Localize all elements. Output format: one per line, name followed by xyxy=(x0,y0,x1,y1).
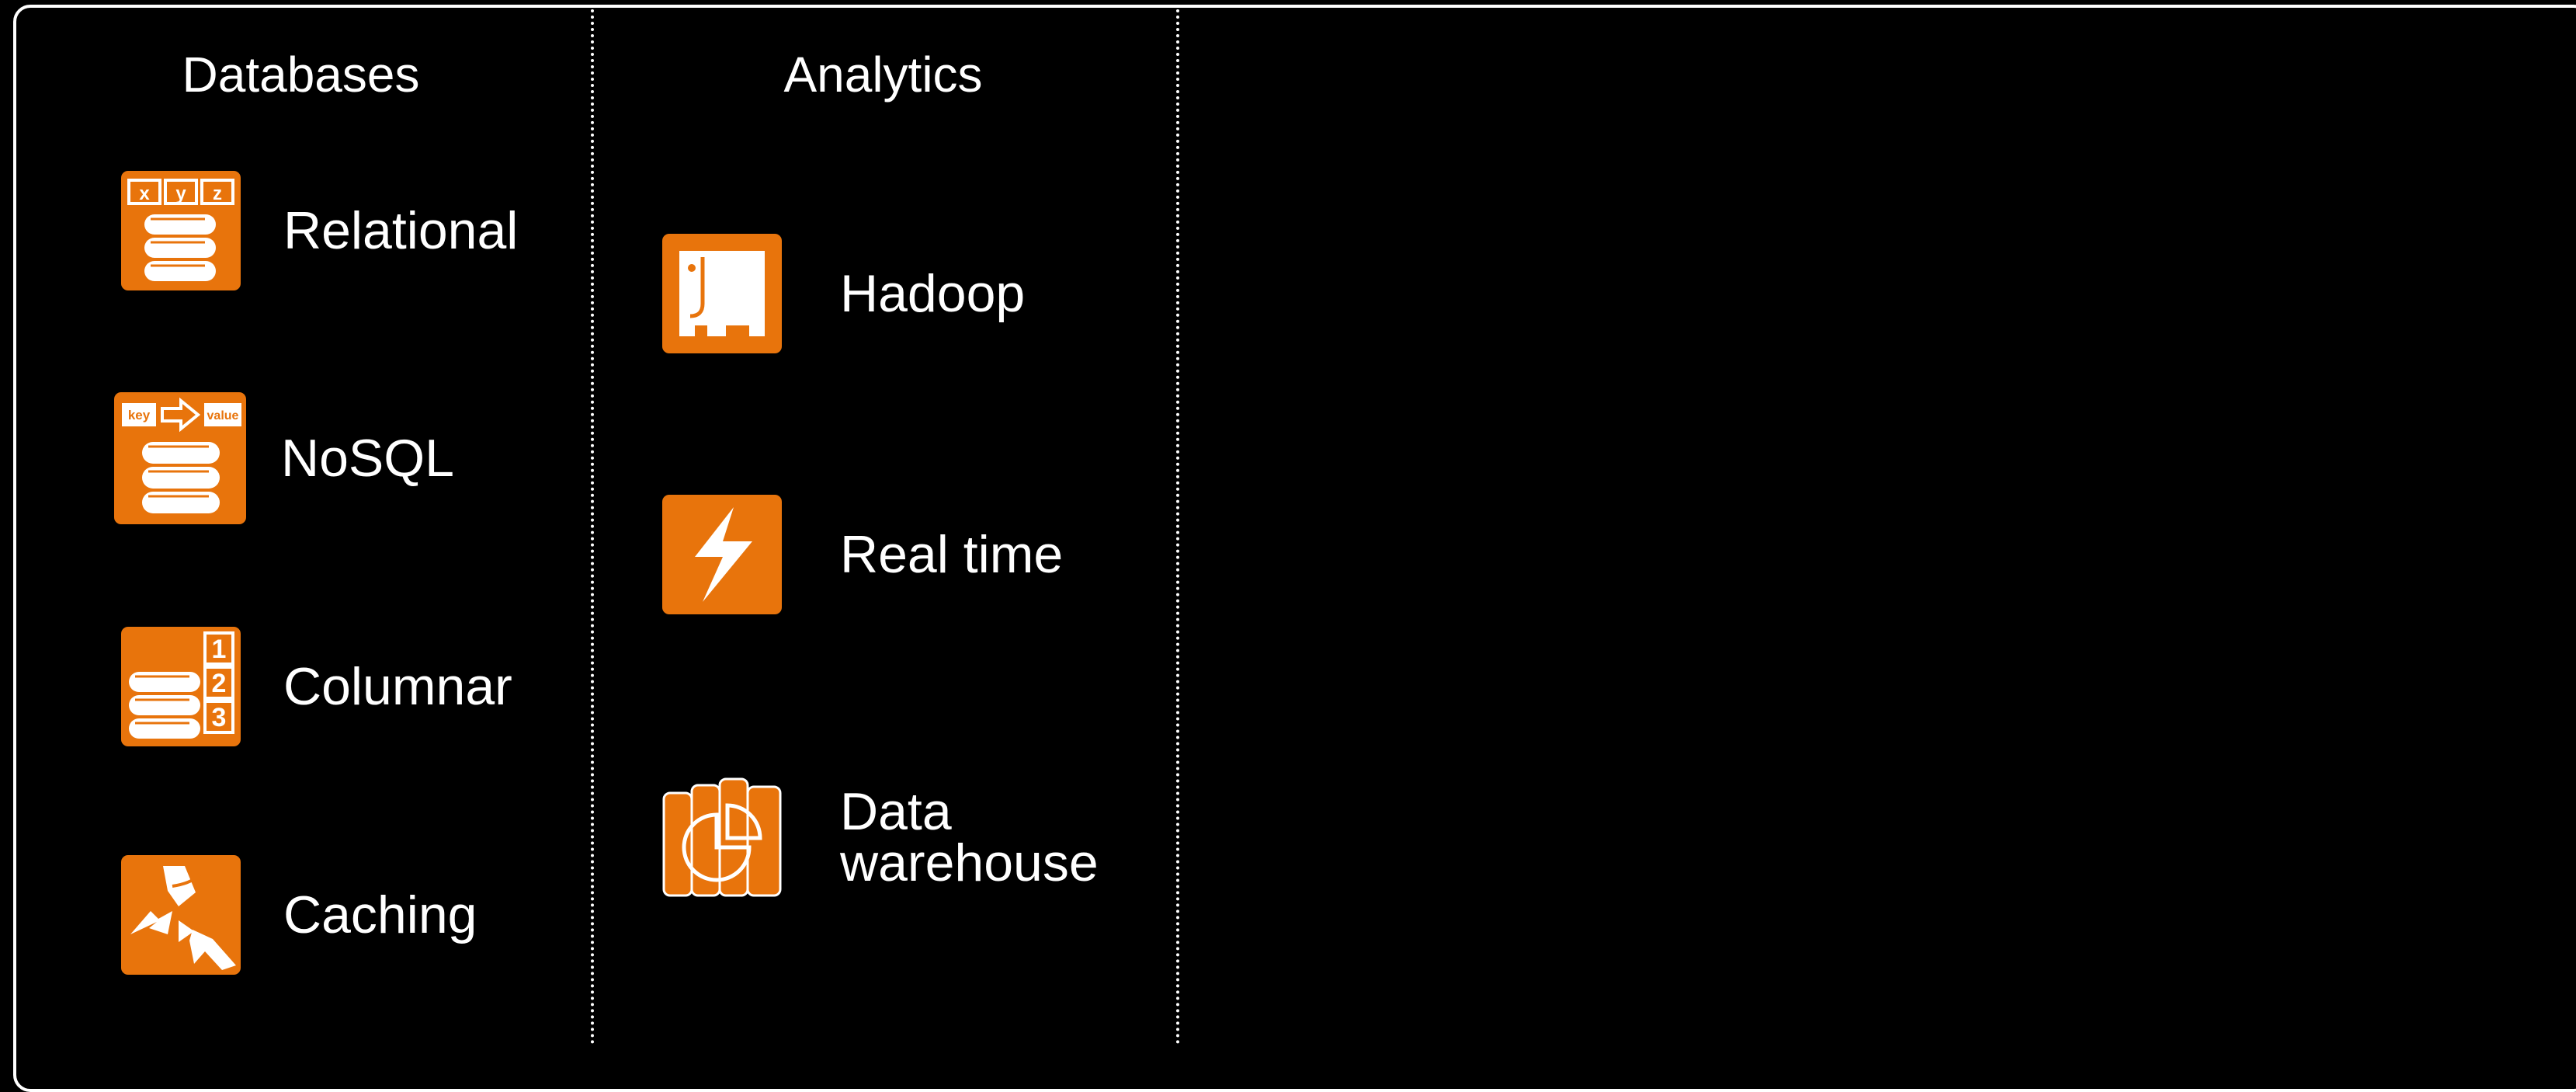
relational-glyph-z: z xyxy=(213,183,222,204)
data-warehouse-label-line-1: Data xyxy=(840,782,952,841)
nosql-item: key value NoSQL xyxy=(114,392,454,524)
hadoop-elephant-icon xyxy=(662,234,782,353)
caching-item: Caching xyxy=(121,855,477,975)
caching-icon xyxy=(121,855,241,975)
column-divider-1 xyxy=(591,9,594,1045)
real-time-item: Real time xyxy=(662,495,1063,614)
columnar-glyph-3: 3 xyxy=(212,703,227,732)
data-warehouse-label: Data warehouse xyxy=(840,782,1099,892)
nosql-key-value-icon: key value xyxy=(114,392,246,524)
hadoop-label: Hadoop xyxy=(840,264,1026,323)
data-warehouse-label-line-2: warehouse xyxy=(840,833,1099,892)
relational-glyph-y: y xyxy=(175,183,186,204)
relational-database-icon: x y z xyxy=(121,171,241,290)
columnar-database-icon: 1 2 3 xyxy=(121,627,241,746)
lightning-bolt-icon xyxy=(662,495,782,614)
real-time-label: Real time xyxy=(840,525,1064,584)
databases-title: Databases xyxy=(182,47,420,103)
nosql-glyph-key: key xyxy=(128,408,151,423)
caching-label: Caching xyxy=(283,885,477,944)
relational-item: x y z Relational xyxy=(121,171,518,290)
data-warehouse-icon xyxy=(662,777,782,897)
analytics-title: Analytics xyxy=(783,47,983,103)
data-warehouse-item: Data warehouse xyxy=(662,777,1099,897)
relational-glyph-x: x xyxy=(139,183,150,204)
columnar-label: Columnar xyxy=(283,657,512,716)
nosql-glyph-value: value xyxy=(207,409,239,423)
hadoop-item: Hadoop xyxy=(662,234,1025,353)
nosql-label: NoSQL xyxy=(281,429,454,488)
relational-label: Relational xyxy=(283,201,519,260)
columnar-glyph-2: 2 xyxy=(212,669,227,698)
columnar-item: 1 2 3 Columnar xyxy=(121,627,512,746)
columnar-glyph-1: 1 xyxy=(212,635,227,664)
column-divider-2 xyxy=(1176,9,1179,1045)
